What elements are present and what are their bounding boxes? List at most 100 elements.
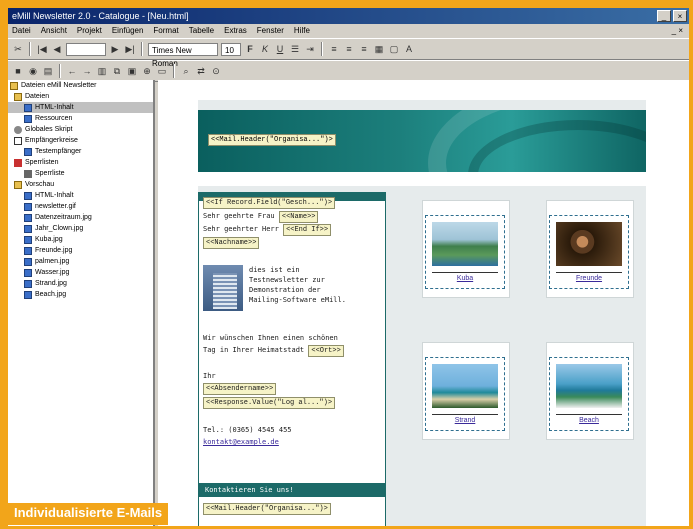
email-link[interactable]: kontakt@example.de	[203, 437, 279, 447]
title-bar: eMill Newsletter 2.0 - Catalogue - [Neu.…	[8, 8, 689, 24]
file-icon	[24, 213, 32, 222]
close-button[interactable]: ×	[673, 10, 687, 22]
indent-icon[interactable]: ⇥	[304, 43, 316, 55]
photo-caption[interactable]: Kuba	[432, 272, 498, 282]
tree-item[interactable]: Ressourcen	[8, 113, 153, 124]
tree-item[interactable]: Empfängerkreise	[8, 135, 153, 146]
align-left-icon[interactable]: ≡	[328, 43, 340, 55]
menu-ansicht[interactable]: Ansicht	[41, 24, 67, 38]
tree-item[interactable]: palmen.jpg	[8, 256, 153, 267]
sender-tag[interactable]: <<Absendername>>	[203, 383, 277, 395]
minimize-button[interactable]: _	[657, 10, 671, 22]
zoom-icon[interactable]: ⊙	[210, 65, 222, 77]
file-icon	[24, 268, 32, 277]
gallery-grid: Kuba Freunde Strand Beach	[390, 192, 646, 526]
freunde-photo	[556, 222, 622, 266]
tree-item[interactable]: Kuba.jpg	[8, 234, 153, 245]
toolbar-separator	[321, 42, 323, 56]
last-page-icon[interactable]: ▶|	[124, 43, 136, 55]
tree-item[interactable]: Vorschau	[8, 179, 153, 190]
tree-item[interactable]: Globales Skript	[8, 124, 153, 135]
menu-einfuegen[interactable]: Einfügen	[112, 24, 144, 38]
photo-caption[interactable]: Beach	[556, 414, 622, 424]
image-icon[interactable]: ▭	[156, 65, 168, 77]
project-tree: Dateien eMill Newsletter Dateien HTML-In…	[8, 80, 155, 526]
tree-item[interactable]: newsletter.gif	[8, 201, 153, 212]
tree-item[interactable]: HTML-Inhalt	[8, 190, 153, 201]
print-icon[interactable]: ▥	[96, 65, 108, 77]
text-column: <<If Record.Field("Gesch...")> Sehr geeh…	[198, 192, 386, 526]
menu-format[interactable]: Format	[153, 24, 178, 38]
list-icon[interactable]: ☰	[289, 43, 301, 55]
cut-icon[interactable]: ✂	[12, 43, 24, 55]
copy-icon[interactable]: ⧉	[111, 65, 123, 77]
first-page-icon[interactable]: |◀	[36, 43, 48, 55]
lock-icon	[24, 169, 32, 178]
signature-tag[interactable]: <<Response.Value("Log al...")>	[203, 397, 336, 409]
tree-item[interactable]: Jahr_Clown.jpg	[8, 223, 153, 234]
paste-icon[interactable]: ▣	[126, 65, 138, 77]
menu-fenster[interactable]: Fenster	[257, 24, 284, 38]
photo-caption[interactable]: Strand	[432, 414, 498, 424]
tree-item[interactable]: Beach.jpg	[8, 289, 153, 300]
web-icon[interactable]: ◉	[27, 65, 39, 77]
photo-caption[interactable]: Freunde	[556, 272, 622, 282]
page-field[interactable]	[66, 42, 106, 56]
replace-icon[interactable]: ⇄	[195, 65, 207, 77]
prev-icon[interactable]: ◀	[51, 43, 63, 55]
back-icon[interactable]: ←	[66, 65, 78, 77]
link-icon[interactable]: ⊕	[141, 65, 153, 77]
menu-tabelle[interactable]: Tabelle	[189, 24, 214, 38]
frame-icon[interactable]: ▢	[388, 43, 400, 55]
size-select[interactable]: 10	[221, 42, 241, 56]
menu-projekt[interactable]: Projekt	[77, 24, 102, 38]
italic-icon[interactable]: K	[259, 43, 271, 55]
folder-icon	[14, 180, 22, 189]
next-icon[interactable]: ▶	[109, 43, 121, 55]
tree-item[interactable]: HTML-Inhalt	[8, 102, 153, 113]
tree-item[interactable]: Wasser.jpg	[8, 267, 153, 278]
tree-item[interactable]: Strand.jpg	[8, 278, 153, 289]
forward-icon[interactable]: →	[81, 65, 93, 77]
newsletter-header: <<Mail.Header("Organisa...")>	[198, 110, 646, 172]
find-icon[interactable]: ⌕	[180, 65, 192, 77]
footer-tag[interactable]: <<Mail.Header("Organisa...")>	[203, 503, 331, 515]
tree-item[interactable]: Datenzeitraum.jpg	[8, 212, 153, 223]
lastname-tag[interactable]: <<Nachname>>	[203, 237, 260, 249]
tree-root[interactable]: Dateien eMill Newsletter	[8, 80, 153, 91]
color-icon[interactable]: A	[403, 43, 415, 55]
new-icon[interactable]: ▤	[42, 65, 54, 77]
bold-icon[interactable]: F	[244, 43, 256, 55]
file-icon	[24, 103, 32, 112]
table-icon[interactable]: ▦	[373, 43, 385, 55]
gallery-cell[interactable]: Beach	[546, 342, 634, 440]
tree-item[interactable]: Freunde.jpg	[8, 245, 153, 256]
gallery-cell[interactable]: Freunde	[546, 200, 634, 298]
align-right-icon[interactable]: ≡	[358, 43, 370, 55]
city-tag[interactable]: <<Ort>>	[308, 345, 344, 357]
tree-item[interactable]: Testempfänger	[8, 146, 153, 157]
font-select[interactable]: Times New Roman	[148, 42, 218, 68]
gallery-cell[interactable]: Strand	[422, 342, 510, 440]
editor-pane[interactable]: <<Mail.Header("Organisa...")> <<If Recor…	[158, 80, 689, 526]
image-placeholder-frame: Strand	[425, 357, 505, 431]
endif-tag[interactable]: <<End If>>	[283, 224, 332, 236]
gallery-cell[interactable]: Kuba	[422, 200, 510, 298]
menu-datei[interactable]: Datei	[12, 24, 31, 38]
contact-bar[interactable]: Kontaktieren Sie uns!	[199, 483, 385, 497]
tree-item[interactable]: Sperrliste	[8, 168, 153, 179]
name-tag[interactable]: <<Name>>	[278, 211, 319, 223]
if-tag[interactable]: <<If Record.Field("Gesch...")>	[203, 197, 336, 209]
save-icon[interactable]: ■	[12, 65, 24, 77]
salutation-male: Sehr geehrter Herr	[203, 225, 279, 233]
header-placeholder-tag[interactable]: <<Mail.Header("Organisa...")>	[208, 134, 336, 146]
underline-icon[interactable]: U	[274, 43, 286, 55]
menu-close-icon[interactable]: _ ×	[672, 24, 683, 38]
building-image[interactable]	[203, 265, 243, 311]
align-center-icon[interactable]: ≡	[343, 43, 355, 55]
tree-item[interactable]: Sperrlisten	[8, 157, 153, 168]
menu-extras[interactable]: Extras	[224, 24, 247, 38]
menu-hilfe[interactable]: Hilfe	[294, 24, 310, 38]
tree-item[interactable]: Dateien	[8, 91, 153, 102]
blocklist-icon	[14, 158, 22, 167]
